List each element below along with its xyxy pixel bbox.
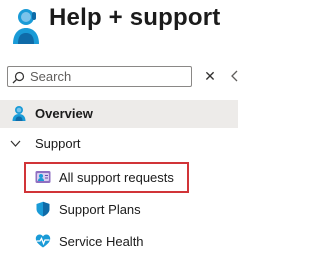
chevron-down-icon: [10, 140, 21, 147]
nav-item-overview[interactable]: Overview: [0, 100, 238, 128]
search-input[interactable]: [30, 68, 188, 85]
person-help-icon: [12, 106, 26, 121]
nav-label-service-health: Service Health: [59, 234, 144, 249]
page-header: Help + support: [0, 0, 238, 52]
nav-group-label-support: Support: [35, 136, 81, 151]
shield-icon: [36, 201, 50, 217]
nav-label-overview: Overview: [35, 106, 93, 121]
heart-pulse-icon: [35, 234, 51, 248]
search-icon: [12, 71, 25, 84]
highlight-annotation-box: [24, 162, 189, 193]
help-support-person-icon: [13, 9, 39, 44]
nav-group-support[interactable]: Support: [0, 130, 238, 158]
clear-search-icon[interactable]: ✕: [203, 68, 217, 84]
nav-item-support-plans[interactable]: Support Plans: [0, 196, 238, 224]
search-box[interactable]: [7, 66, 192, 87]
collapse-menu-icon[interactable]: [230, 70, 240, 82]
nav-label-support-plans: Support Plans: [59, 202, 141, 217]
nav-item-service-health[interactable]: Service Health: [0, 228, 238, 256]
page-title: Help + support: [49, 4, 221, 31]
